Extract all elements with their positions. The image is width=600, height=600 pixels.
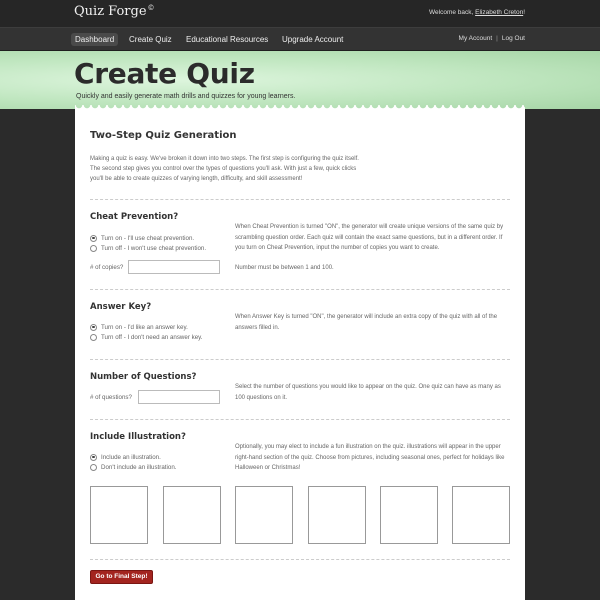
answer-key-off-label: Turn off - I don't need an answer key. bbox=[101, 333, 203, 341]
answer-key-on-option[interactable]: Turn on - I'd like an answer key. bbox=[90, 322, 188, 332]
copies-input[interactable] bbox=[128, 260, 220, 274]
illustration-thumbnail[interactable] bbox=[90, 486, 148, 544]
illustration-thumbnail[interactable] bbox=[235, 486, 293, 544]
divider bbox=[90, 559, 510, 560]
logo-text: Quiz Forge bbox=[74, 4, 147, 19]
page-banner: Create Quiz Quickly and easily generate … bbox=[0, 51, 600, 109]
illustration-off-label: Don't include an illustration. bbox=[101, 463, 177, 471]
illustration-thumbnail[interactable] bbox=[163, 486, 221, 544]
copies-note: Number must be between 1 and 100. bbox=[235, 265, 334, 271]
divider bbox=[90, 419, 510, 420]
cheat-prevention-off-option[interactable]: Turn off - I won't use cheat prevention. bbox=[90, 243, 206, 253]
welcome-prefix: Welcome back, bbox=[429, 9, 476, 16]
quiz-form-card: Two-Step Quiz Generation Making a quiz i… bbox=[75, 109, 525, 600]
welcome-message: Welcome back, Elizabeth Creton! bbox=[429, 9, 525, 16]
nav-upgrade-account[interactable]: Upgrade Account bbox=[278, 33, 347, 46]
radio-button-checked[interactable] bbox=[90, 453, 97, 461]
welcome-suffix: ! bbox=[523, 9, 525, 16]
num-questions-description: Select the number of questions you would… bbox=[235, 384, 501, 401]
user-name-link[interactable]: Elizabeth Creton bbox=[475, 9, 523, 16]
divider bbox=[90, 199, 510, 200]
logo-mark: © bbox=[147, 4, 155, 12]
section-title-two-step: Two-Step Quiz Generation bbox=[90, 130, 237, 141]
radio-button-checked[interactable] bbox=[90, 234, 97, 242]
illustration-on-option[interactable]: Include an illustration. bbox=[90, 452, 161, 462]
nav-separator: | bbox=[496, 35, 498, 42]
illustration-thumbnail[interactable] bbox=[452, 486, 510, 544]
nav-dashboard[interactable]: Dashboard bbox=[71, 33, 119, 46]
cheat-prevention-on-option[interactable]: Turn on - I'll use cheat prevention. bbox=[90, 233, 194, 243]
page-title: Create Quiz bbox=[74, 57, 255, 90]
go-to-final-step-button[interactable]: Go to Final Step! bbox=[90, 570, 153, 584]
illustration-thumbnail[interactable] bbox=[308, 486, 366, 544]
cheat-prevention-description: When Cheat Prevention is turned "ON", th… bbox=[235, 224, 504, 251]
main-nav: Dashboard Create Quiz Educational Resour… bbox=[0, 27, 600, 51]
logout-link[interactable]: Log Out bbox=[502, 35, 525, 42]
radio-button[interactable] bbox=[90, 463, 97, 471]
divider bbox=[90, 359, 510, 360]
num-questions-title: Number of Questions? bbox=[90, 372, 197, 382]
divider bbox=[90, 289, 510, 290]
nav-educational-resources[interactable]: Educational Resources bbox=[182, 33, 272, 46]
answer-key-off-option[interactable]: Turn off - I don't need an answer key. bbox=[90, 332, 203, 342]
my-account-link[interactable]: My Account bbox=[459, 35, 493, 42]
radio-button[interactable] bbox=[90, 244, 97, 252]
answer-key-title: Answer Key? bbox=[90, 302, 152, 312]
illustration-title: Include Illustration? bbox=[90, 432, 186, 442]
illustration-on-label: Include an illustration. bbox=[101, 453, 161, 461]
cheat-prevention-title: Cheat Prevention? bbox=[90, 212, 179, 222]
answer-key-description: When Answer Key is turned "ON", the gene… bbox=[235, 314, 498, 331]
logo[interactable]: Quiz Forge© bbox=[74, 4, 155, 19]
num-questions-label: # of questions? bbox=[90, 394, 132, 401]
page-subtitle: Quickly and easily generate math drills … bbox=[76, 93, 296, 100]
illustration-description: Optionally, you may elect to include a f… bbox=[235, 444, 505, 471]
cheat-prevention-on-label: Turn on - I'll use cheat prevention. bbox=[101, 234, 195, 242]
account-links: My Account | Log Out bbox=[459, 35, 525, 42]
cheat-prevention-off-label: Turn off - I won't use cheat prevention. bbox=[101, 244, 207, 252]
num-questions-input[interactable] bbox=[138, 390, 220, 404]
nav-create-quiz[interactable]: Create Quiz bbox=[125, 33, 176, 46]
illustration-thumbnail[interactable] bbox=[380, 486, 438, 544]
radio-button[interactable] bbox=[90, 333, 97, 341]
top-bar: Quiz Forge© Welcome back, Elizabeth Cret… bbox=[0, 0, 600, 27]
illustration-off-option[interactable]: Don't include an illustration. bbox=[90, 462, 176, 472]
intro-text: Making a quiz is easy. We've broken it d… bbox=[90, 156, 359, 182]
answer-key-on-label: Turn on - I'd like an answer key. bbox=[101, 323, 188, 331]
radio-button-checked[interactable] bbox=[90, 323, 97, 331]
copies-label: # of copies? bbox=[90, 264, 124, 271]
